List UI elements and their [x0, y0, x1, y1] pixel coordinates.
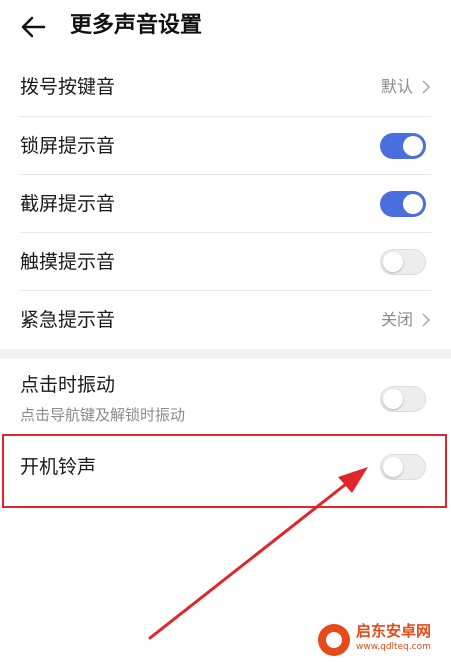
toggle-knob	[383, 389, 403, 409]
toggle-knob	[383, 252, 403, 272]
watermark-name: 启东安卓网	[356, 622, 432, 640]
watermark-logo: 启东安卓网 www.qdlteq.com	[318, 622, 448, 658]
watermark-icon	[318, 624, 350, 656]
row-tap-vibration: 点击时振动 点击导航键及解锁时振动	[0, 360, 451, 432]
row-dial-tone[interactable]: 拨号按键音 默认	[0, 58, 451, 116]
highlight-box	[2, 434, 447, 508]
emergency-sound-label: 紧急提示音	[20, 309, 116, 331]
watermark-url: www.qdlteq.com	[356, 642, 431, 652]
dial-tone-value: 默认	[380, 77, 413, 96]
page-title: 更多声音设置	[70, 13, 203, 38]
tap-vibration-toggle[interactable]	[380, 386, 426, 412]
lock-screen-sound-label: 锁屏提示音	[20, 135, 116, 157]
section-gap	[0, 349, 451, 359]
screenshot-sound-label: 截屏提示音	[20, 193, 116, 215]
tap-vibration-subtitle: 点击导航键及解锁时振动	[20, 406, 186, 424]
row-screenshot-sound: 截屏提示音	[0, 175, 451, 233]
emergency-sound-value: 关闭	[380, 310, 413, 329]
dial-tone-label: 拨号按键音	[20, 76, 116, 98]
touch-sound-label: 触摸提示音	[20, 251, 116, 273]
toggle-knob	[403, 136, 423, 156]
chevron-right-icon	[422, 80, 431, 94]
toggle-knob	[403, 194, 423, 214]
tap-vibration-label: 点击时振动	[20, 374, 116, 396]
back-arrow-icon[interactable]	[18, 12, 48, 42]
touch-sound-toggle[interactable]	[380, 249, 426, 275]
row-emergency-sound[interactable]: 紧急提示音 关闭	[0, 291, 451, 349]
screenshot-sound-toggle[interactable]	[380, 191, 426, 217]
chevron-right-icon	[422, 313, 431, 327]
row-touch-sound: 触摸提示音	[0, 233, 451, 291]
lock-screen-sound-toggle[interactable]	[380, 133, 426, 159]
header-bar: 更多声音设置	[0, 0, 451, 56]
row-lock-screen-sound: 锁屏提示音	[0, 117, 451, 175]
